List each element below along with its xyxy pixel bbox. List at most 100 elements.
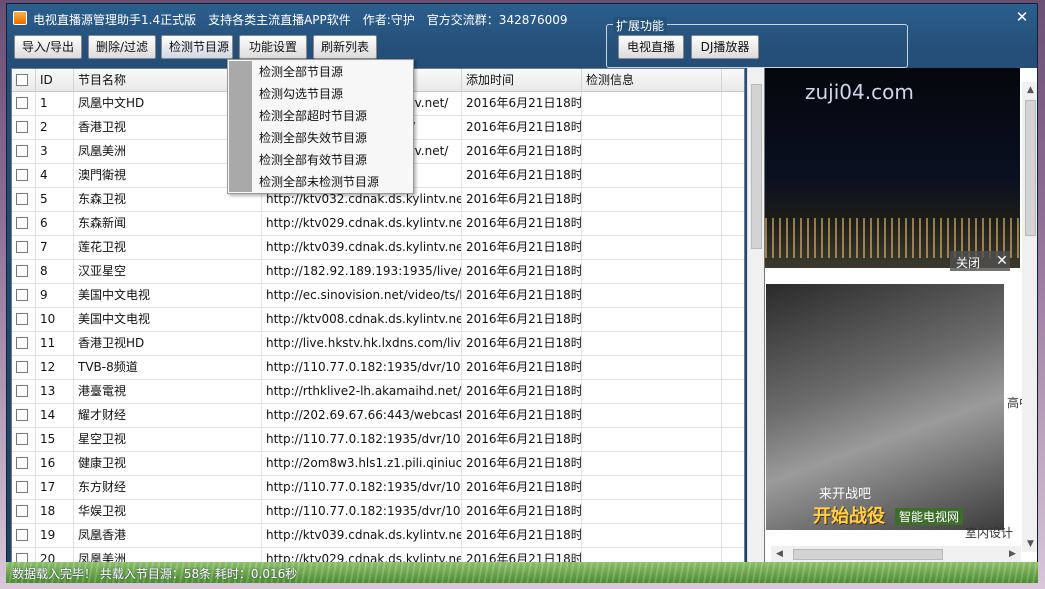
- row-id: 2: [36, 116, 74, 139]
- row-check-info: [582, 260, 722, 283]
- ad-panel: zuji04.com 关闭 ✕ 来开战吧 开始战役 智能电视网 高中 室内设计 …: [764, 68, 1037, 564]
- row-select-cell: [12, 428, 36, 451]
- row-added-time: 2016年6月21日18时:: [462, 428, 582, 451]
- row-id: 15: [36, 428, 74, 451]
- row-name: 健康卫视: [74, 452, 262, 475]
- table-row[interactable]: 10 美国中文电视 http://ktv008.cdnak.ds.kylintv.n…: [12, 308, 744, 332]
- table-row[interactable]: 14 耀才财经 http://202.69.67.66:443/webcast/b 2…: [12, 404, 744, 428]
- row-checkbox[interactable]: [16, 145, 28, 157]
- row-checkbox[interactable]: [16, 169, 28, 181]
- row-checkbox[interactable]: [16, 529, 28, 541]
- table-row[interactable]: 15 星空卫视 http://110.77.0.182:1935/dvr/1010 2…: [12, 428, 744, 452]
- row-select-cell: [12, 332, 36, 355]
- row-name: 耀才财经: [74, 404, 262, 427]
- row-check-info: [582, 188, 722, 211]
- row-checkbox[interactable]: [16, 457, 28, 469]
- select-all-checkbox[interactable]: [16, 74, 28, 86]
- row-checkbox[interactable]: [16, 193, 28, 205]
- row-checkbox[interactable]: [16, 289, 28, 301]
- row-url: http://110.77.0.182:1935/dvr/1011: [262, 476, 462, 499]
- row-id: 12: [36, 356, 74, 379]
- import-export-button[interactable]: 导入/导出: [14, 35, 82, 59]
- table-row[interactable]: 6 东森新闻 http://ktv029.cdnak.ds.kylintv.net/…: [12, 212, 744, 236]
- table-row[interactable]: 18 华娱卫视 http://110.77.0.182:1935/dvr/1012 2…: [12, 500, 744, 524]
- ad-close-label[interactable]: 关闭: [956, 254, 980, 271]
- row-id: 19: [36, 524, 74, 547]
- close-icon[interactable]: ✕: [1009, 6, 1035, 28]
- scroll-down-arrow-icon[interactable]: ▼: [1022, 536, 1037, 552]
- refresh-list-button[interactable]: 刷新列表: [313, 35, 377, 59]
- row-checkbox[interactable]: [16, 481, 28, 493]
- ad-panel-hscrollbar-thumb[interactable]: [793, 549, 943, 560]
- row-name: 凤凰香港: [74, 524, 262, 547]
- row-select-cell: [12, 116, 36, 139]
- ad-panel-hscrollbar[interactable]: ◀ ▶: [771, 546, 1021, 563]
- row-select-cell: [12, 260, 36, 283]
- row-check-info: [582, 428, 722, 451]
- row-url: http://202.69.67.66:443/webcast/b: [262, 404, 462, 427]
- row-url: http://ktv029.cdnak.ds.kylintv.net/: [262, 212, 462, 235]
- header-id[interactable]: ID: [36, 69, 74, 91]
- row-id: 1: [36, 92, 74, 115]
- table-row[interactable]: 12 TVB-8频道 http://110.77.0.182:1935/dvr/10…: [12, 356, 744, 380]
- row-checkbox[interactable]: [16, 409, 28, 421]
- menu-item-check-all[interactable]: 检测全部节目源: [259, 61, 343, 83]
- table-scrollbar-thumb[interactable]: [751, 84, 762, 249]
- row-name: 美国中文电视: [74, 308, 262, 331]
- table-row[interactable]: 17 东方财经 http://110.77.0.182:1935/dvr/1011 2…: [12, 476, 744, 500]
- row-id: 9: [36, 284, 74, 307]
- row-checkbox[interactable]: [16, 433, 28, 445]
- row-select-cell: [12, 308, 36, 331]
- row-checkbox[interactable]: [16, 361, 28, 373]
- menu-item-check-failed[interactable]: 检测全部失效节目源: [259, 127, 367, 149]
- table-scrollbar[interactable]: [747, 68, 765, 564]
- table-row[interactable]: 11 香港卫视HD http://live.hkstv.hk.lxdns.com/l…: [12, 332, 744, 356]
- menu-item-check-selected[interactable]: 检测勾选节目源: [259, 83, 343, 105]
- ad-game-logo: 开始战役: [813, 506, 885, 527]
- scroll-up-arrow-icon[interactable]: ▲: [1022, 82, 1037, 98]
- table-row[interactable]: 7 莲花卫视 http://ktv039.cdnak.ds.kylintv.net/…: [12, 236, 744, 260]
- table-row[interactable]: 13 港臺電視 http://rthklive2-lh.akamaihd.net/i…: [12, 380, 744, 404]
- row-checkbox[interactable]: [16, 505, 28, 517]
- row-checkbox[interactable]: [16, 97, 28, 109]
- ad-panel-scrollbar-thumb[interactable]: [1025, 100, 1036, 236]
- row-check-info: [582, 212, 722, 235]
- row-added-time: 2016年6月21日18时:: [462, 500, 582, 523]
- row-url: http://ec.sinovision.net/video/ts/l: [262, 284, 462, 307]
- settings-button[interactable]: 功能设置: [239, 35, 307, 59]
- table-row[interactable]: 9 美国中文电视 http://ec.sinovision.net/video/ts…: [12, 284, 744, 308]
- row-checkbox[interactable]: [16, 265, 28, 277]
- menu-item-check-valid[interactable]: 检测全部有效节目源: [259, 149, 367, 171]
- delete-filter-button[interactable]: 删除/过滤: [88, 35, 156, 59]
- table-row[interactable]: 19 凤凰香港 http://ktv039.cdnak.ds.kylintv.net…: [12, 524, 744, 548]
- scroll-right-arrow-icon[interactable]: ▶: [1004, 546, 1021, 562]
- check-sources-button[interactable]: 检测节目源: [161, 35, 233, 59]
- row-id: 7: [36, 236, 74, 259]
- row-url: http://110.77.0.182:1935/dvr/1013: [262, 356, 462, 379]
- row-checkbox[interactable]: [16, 385, 28, 397]
- row-name: 星空卫视: [74, 428, 262, 451]
- game-ad-image[interactable]: [766, 284, 1004, 530]
- header-check-info[interactable]: 检测信息: [582, 69, 722, 91]
- menu-item-check-timeout[interactable]: 检测全部超时节目源: [259, 105, 367, 127]
- row-checkbox[interactable]: [16, 121, 28, 133]
- scroll-left-arrow-icon[interactable]: ◀: [771, 546, 788, 562]
- dj-player-button[interactable]: DJ播放器: [691, 35, 759, 59]
- row-name: 港臺電視: [74, 380, 262, 403]
- row-checkbox[interactable]: [16, 313, 28, 325]
- row-name: 香港卫视HD: [74, 332, 262, 355]
- ad-close-icon[interactable]: ✕: [994, 251, 1010, 271]
- table-row[interactable]: 8 汉亚星空 http://182.92.189.193:1935/live/h_ 2…: [12, 260, 744, 284]
- header-added-time[interactable]: 添加时间: [462, 69, 582, 91]
- row-checkbox[interactable]: [16, 217, 28, 229]
- ad-panel-scrollbar[interactable]: ▲ ▼: [1022, 82, 1037, 552]
- tv-live-button[interactable]: 电视直播: [618, 35, 684, 59]
- row-name: 东方财经: [74, 476, 262, 499]
- row-checkbox[interactable]: [16, 337, 28, 349]
- table-row[interactable]: 16 健康卫视 http://2om8w3.hls1.z1.pili.qiniucd…: [12, 452, 744, 476]
- row-check-info: [582, 356, 722, 379]
- row-checkbox[interactable]: [16, 241, 28, 253]
- menu-gutter: [229, 61, 252, 192]
- row-added-time: 2016年6月21日18时:: [462, 92, 582, 115]
- menu-item-check-unchecked[interactable]: 检测全部未检测节目源: [259, 171, 379, 193]
